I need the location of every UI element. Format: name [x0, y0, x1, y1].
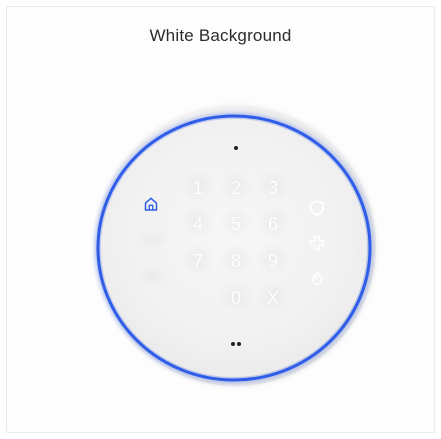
key-5[interactable]: 5	[219, 207, 253, 241]
key-6[interactable]: 6	[256, 207, 290, 241]
fire-icon[interactable]	[305, 266, 329, 290]
key-3[interactable]: 3	[256, 171, 290, 205]
status-dot-top	[234, 146, 238, 150]
key-1[interactable]: 1	[181, 171, 215, 205]
key-4[interactable]: 4	[181, 207, 215, 241]
key-8[interactable]: 8	[219, 244, 253, 278]
key-clear[interactable]: X	[256, 281, 290, 315]
key-2[interactable]: 2	[219, 171, 253, 205]
keypad-device: 1 2 3 4 5 6 7 8 9 0 X	[85, 95, 387, 397]
medical-cross-icon[interactable]	[305, 231, 329, 255]
side-pad-left-2	[135, 266, 171, 288]
preview-card: White Background 1 2 3 4 5 6 7 8 9 0 X	[6, 6, 435, 433]
status-dot-bottom-right	[237, 342, 241, 346]
key-9[interactable]: 9	[256, 244, 290, 278]
shield-icon[interactable]	[305, 196, 329, 220]
key-7[interactable]: 7	[181, 244, 215, 278]
home-icon[interactable]	[139, 192, 163, 216]
status-dot-bottom-left	[231, 342, 235, 346]
key-0[interactable]: 0	[219, 281, 253, 315]
panel-title: White Background	[149, 26, 292, 45]
side-pad-left-1	[135, 228, 171, 250]
